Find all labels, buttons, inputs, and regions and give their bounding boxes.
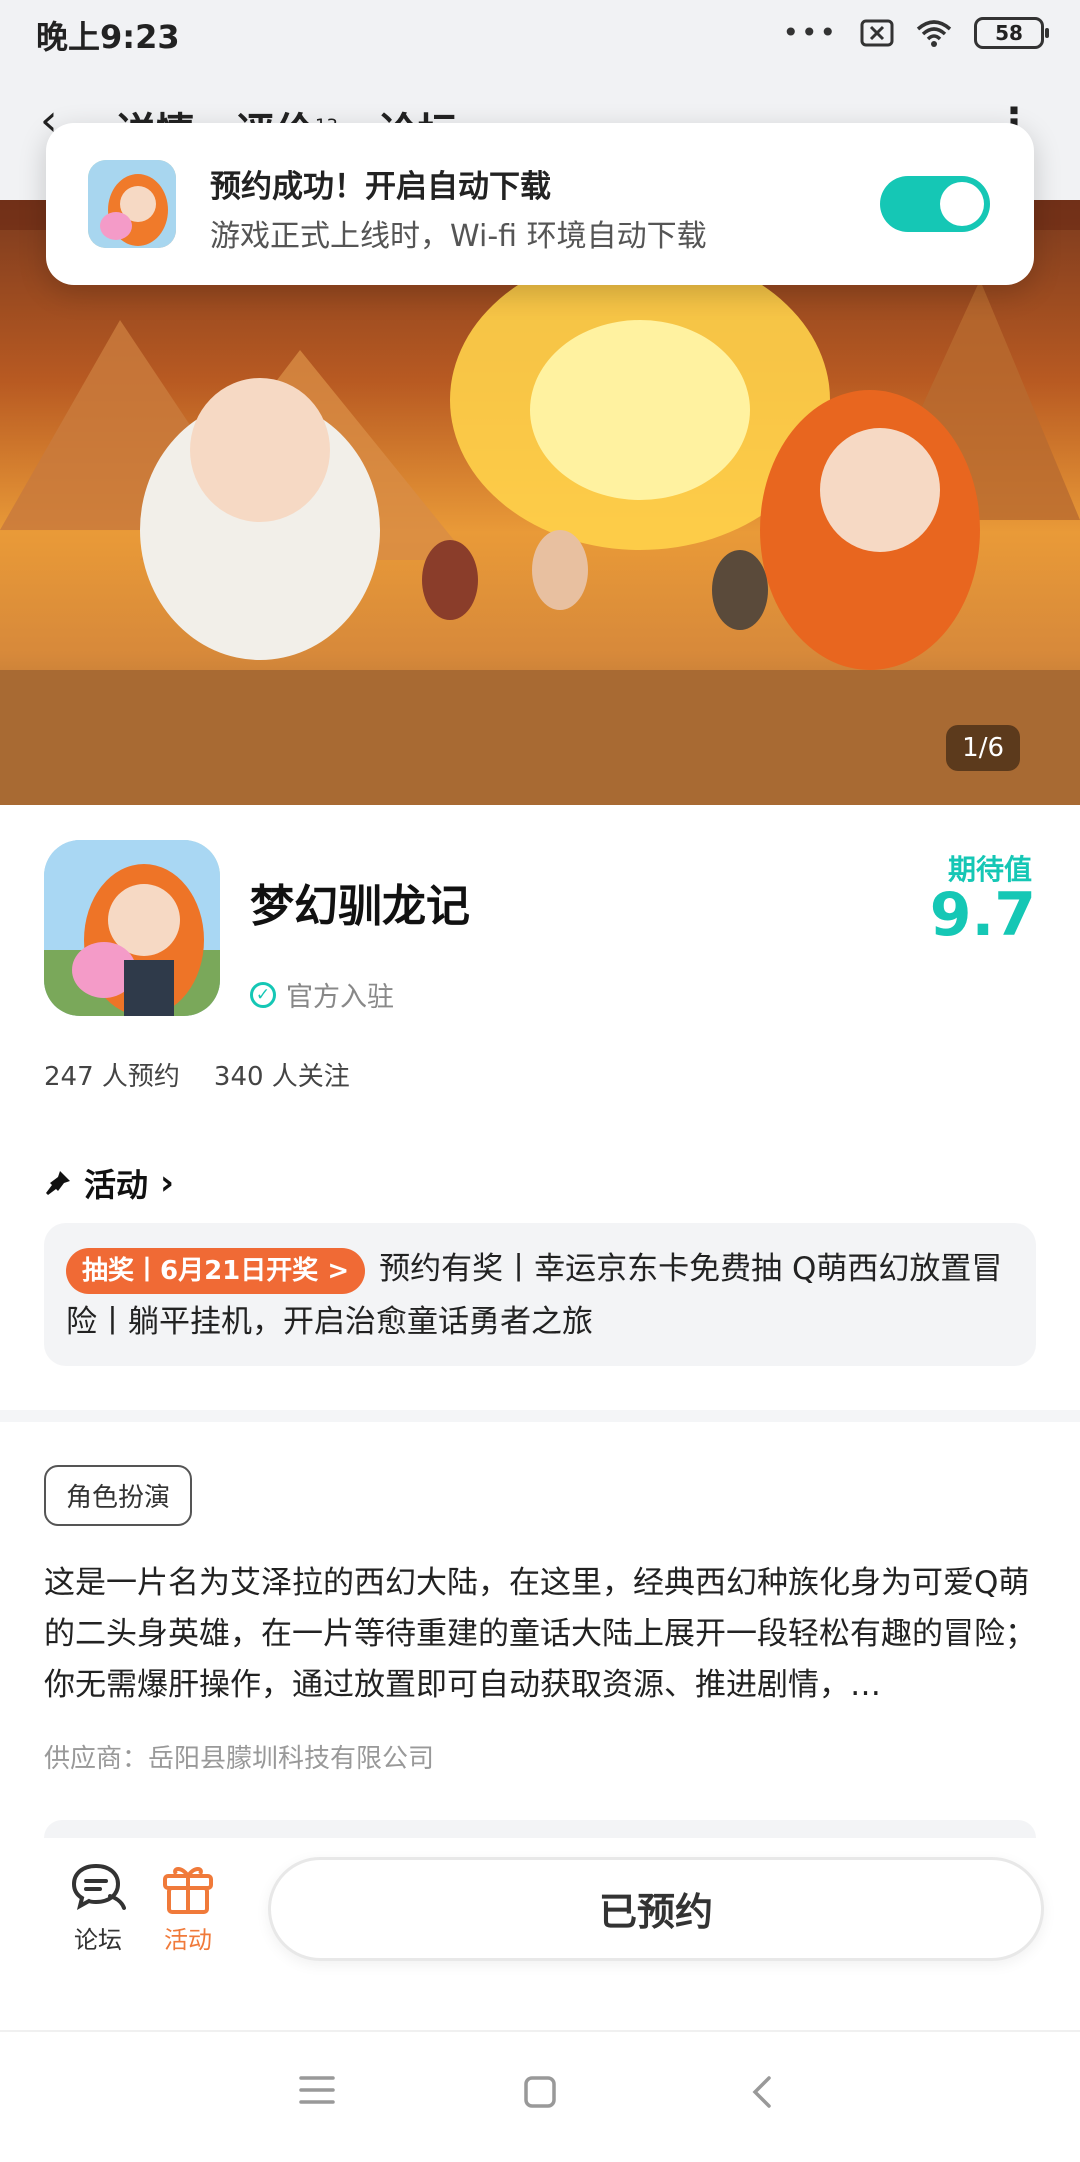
screenshot-banner[interactable]: 1/6: [0, 200, 1080, 805]
app-icon: [44, 840, 220, 1016]
status-time: 晚上9:23: [36, 18, 180, 56]
auto-download-toggle[interactable]: [880, 176, 990, 232]
verified-label: 官方入驻: [286, 982, 394, 1013]
status-icons: ••• 58: [782, 16, 1049, 49]
toast-app-icon: [88, 160, 176, 248]
banner-artwork: [0, 200, 1080, 805]
system-back-icon[interactable]: [733, 2072, 793, 2124]
chevron-right-icon: ›: [160, 1163, 175, 1203]
activity-card[interactable]: 抽奖丨6月21日开奖 > 预约有奖丨幸运京东卡免费抽 Q萌西幻放置冒险丨躺平挂机，…: [44, 1223, 1036, 1366]
app-title: 梦幻驯龙记: [250, 881, 470, 932]
toast-title: 预约成功！开启自动下载: [210, 169, 551, 205]
activity-nav-button[interactable]: 活动: [148, 1862, 228, 1955]
banner-page-counter: 1/6: [946, 725, 1020, 771]
wifi-icon: [916, 19, 952, 47]
follower-count: 340 人关注: [213, 1062, 350, 1092]
app-stats: 247 人预约 340 人关注: [44, 1056, 350, 1093]
forum-icon: [71, 1863, 126, 1910]
expect-score: 9.7: [929, 880, 1036, 950]
section-divider: [0, 1410, 1080, 1422]
system-nav-bar: [0, 2030, 1080, 2162]
home-icon[interactable]: [510, 2072, 570, 2124]
reservation-count: 247 人预约: [44, 1062, 180, 1092]
gift-icon: [163, 1867, 213, 1914]
status-bar: 晚上9:23 ••• 58: [0, 0, 1080, 70]
activity-text-block: 抽奖丨6月21日开奖 > 预约有奖丨幸运京东卡免费抽 Q萌西幻放置冒险丨躺平挂机，…: [66, 1243, 1016, 1349]
toast-subtitle: 游戏正式上线时，Wi-fi 环境自动下载: [210, 219, 707, 254]
supplier-text: 供应商：岳阳县朦圳科技有限公司: [44, 1744, 435, 1774]
reserved-button[interactable]: 已预约: [268, 1857, 1044, 1961]
activity-heading: 活动: [84, 1166, 149, 1204]
lottery-badge[interactable]: 抽奖丨6月21日开奖 >: [66, 1247, 366, 1294]
toggle-knob: [940, 182, 984, 226]
verified-check-icon: ✓: [250, 981, 276, 1008]
pin-icon: [46, 1171, 70, 1195]
menu-icon[interactable]: [287, 2072, 347, 2124]
forum-nav-label: 论坛: [74, 1926, 122, 1954]
activity-section-link[interactable]: 活动 ›: [44, 1160, 174, 1206]
official-verified: ✓ 官方入驻: [250, 975, 394, 1014]
forum-nav-button[interactable]: 论坛: [58, 1862, 138, 1955]
activity-nav-label: 活动: [164, 1926, 212, 1954]
battery-indicator: 58: [974, 16, 1049, 49]
game-description[interactable]: 这是一片名为艾泽拉的西幻大陆，在这里，经典西幻种族化身为可爱Q萌的二头身英雄，在…: [44, 1558, 1036, 1711]
notification-dots-icon: •••: [782, 16, 838, 49]
sim-off-icon: [860, 19, 894, 46]
next-section-peek: [44, 1820, 1036, 1838]
reservation-toast: 预约成功！开启自动下载 游戏正式上线时，Wi-fi 环境自动下载: [46, 123, 1034, 285]
genre-tag[interactable]: 角色扮演: [44, 1465, 193, 1526]
